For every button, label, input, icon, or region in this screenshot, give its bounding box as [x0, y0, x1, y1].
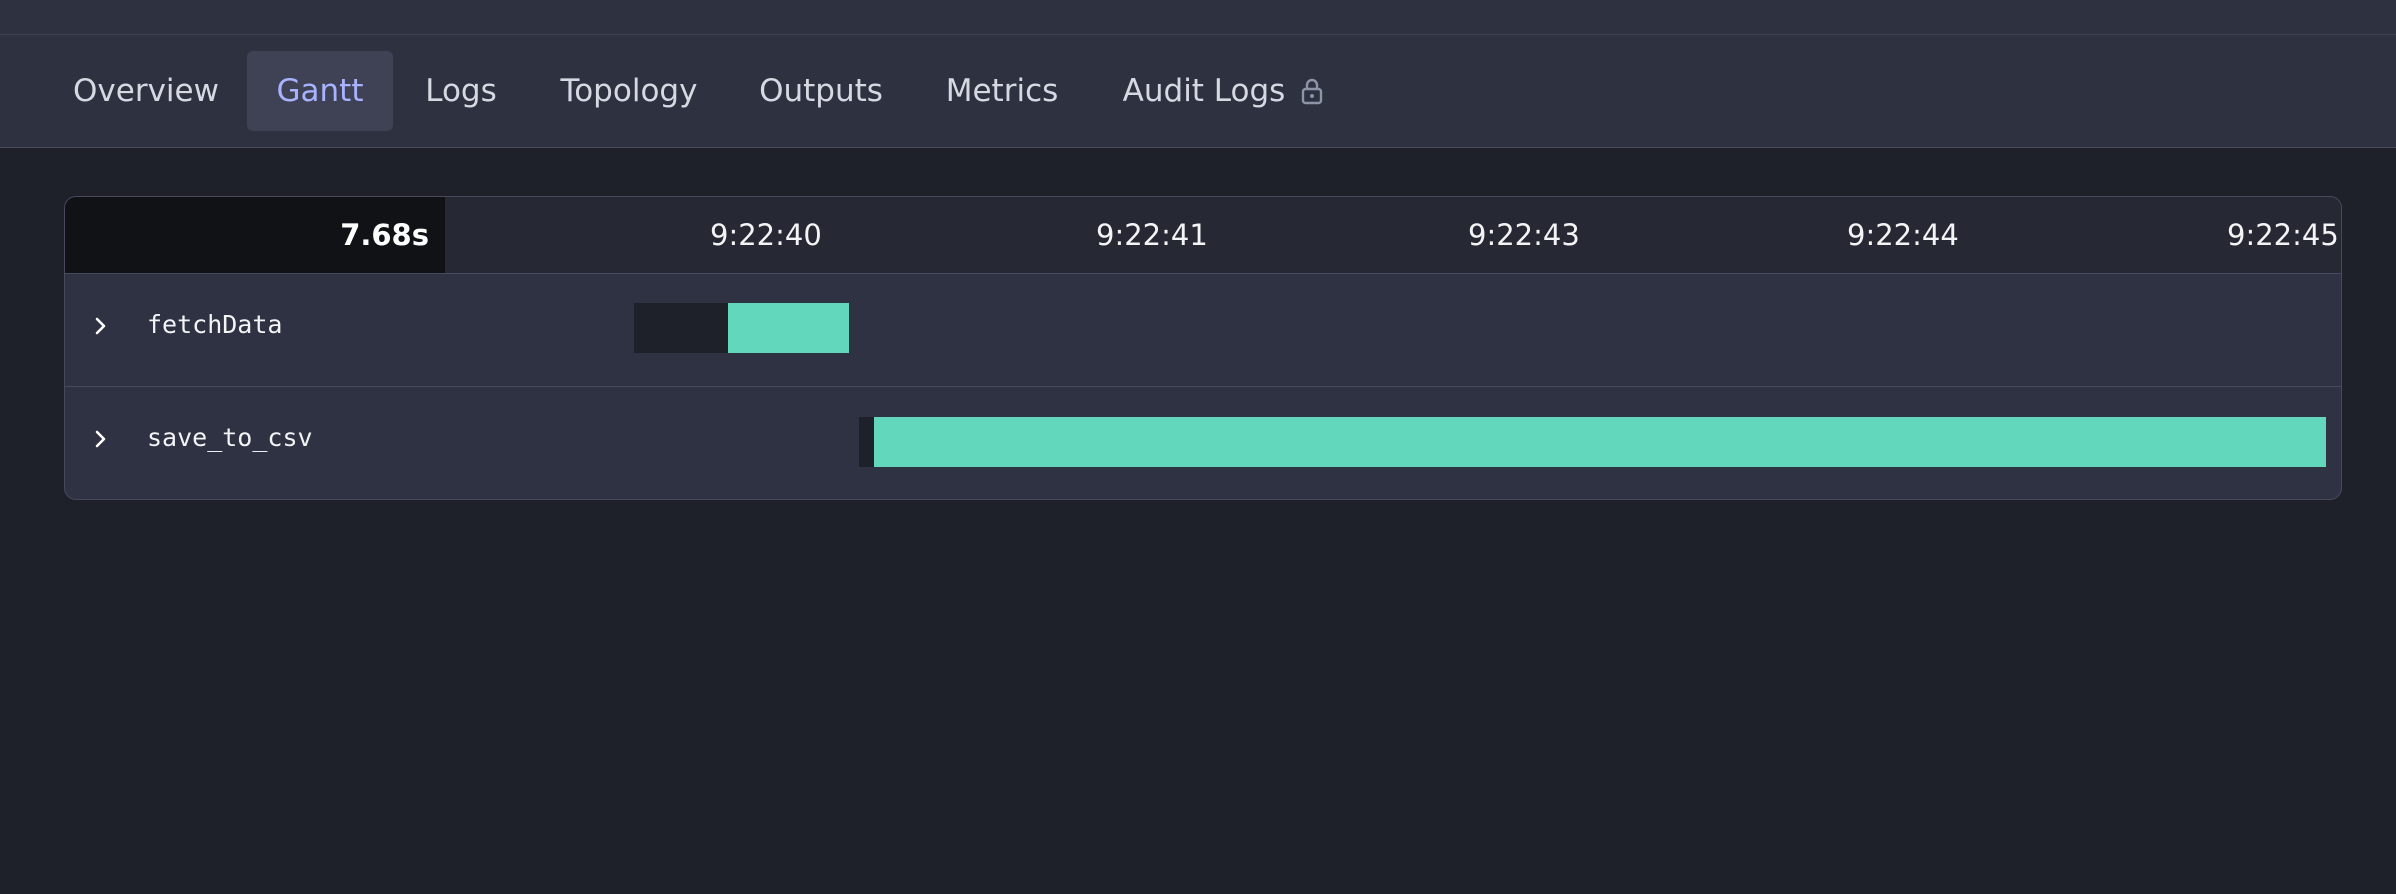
- tab-metrics[interactable]: Metrics: [928, 51, 1076, 131]
- tab-audit-logs[interactable]: Audit Logs: [1108, 51, 1338, 131]
- task-row-fetchdata[interactable]: fetchData: [65, 274, 2341, 387]
- tab-metrics-label: Metrics: [945, 73, 1059, 109]
- task-name: save_to_csv: [147, 423, 313, 452]
- tab-topology-label: Topology: [560, 73, 698, 109]
- tab-audit-logs-label: Audit Logs: [1122, 73, 1286, 109]
- gantt-chart: 7.68s 9:22:40 9:22:41 9:22:43 9:22:44 9:…: [64, 196, 2342, 500]
- tab-gantt-label: Gantt: [276, 73, 364, 109]
- tab-bar: Overview Gantt Logs Topology Outputs Met…: [0, 35, 2396, 148]
- tab-outputs-label: Outputs: [759, 73, 883, 109]
- total-duration: 7.68s: [65, 197, 445, 273]
- task-row-save-to-csv[interactable]: save_to_csv: [65, 387, 2341, 499]
- tab-logs-label: Logs: [425, 73, 497, 109]
- time-tick: 9:22:43: [1468, 218, 1580, 252]
- task-wait-bar: [859, 417, 874, 467]
- tab-gantt[interactable]: Gantt: [247, 51, 393, 131]
- task-run-bar[interactable]: [874, 417, 2326, 467]
- task-wait-bar: [634, 303, 728, 353]
- task-run-bar[interactable]: [728, 303, 849, 353]
- chevron-right-icon[interactable]: [85, 310, 117, 342]
- top-bar: [0, 0, 2396, 35]
- time-tick: 9:22:41: [1096, 218, 1208, 252]
- tab-topology[interactable]: Topology: [544, 51, 714, 131]
- tab-overview[interactable]: Overview: [62, 51, 230, 131]
- tab-logs[interactable]: Logs: [410, 51, 512, 131]
- lock-icon: [1301, 77, 1323, 105]
- tab-outputs[interactable]: Outputs: [746, 51, 896, 131]
- gantt-header: 7.68s 9:22:40 9:22:41 9:22:43 9:22:44 9:…: [65, 197, 2341, 274]
- tab-overview-label: Overview: [73, 73, 219, 109]
- task-name: fetchData: [147, 310, 283, 339]
- time-tick: 9:22:45: [2227, 218, 2339, 252]
- time-tick: 9:22:44: [1847, 218, 1959, 252]
- time-tick: 9:22:40: [710, 218, 822, 252]
- chevron-right-icon[interactable]: [85, 423, 117, 455]
